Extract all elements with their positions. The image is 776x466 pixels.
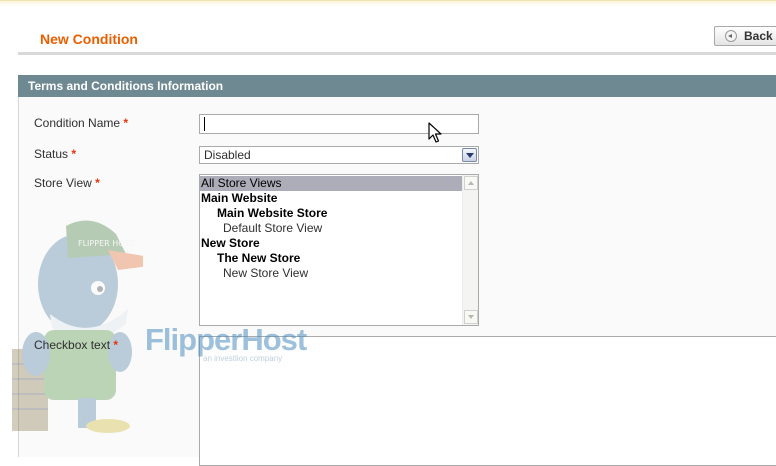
store-view-scrollbar[interactable]: [462, 175, 478, 325]
condition-name-label-text: Condition Name: [34, 116, 121, 130]
store-view-option[interactable]: The New Store: [200, 251, 478, 266]
checkbox-text-label-text: Checkbox text: [34, 338, 111, 352]
condition-name-label: Condition Name *: [34, 116, 128, 130]
page-title: New Condition: [40, 31, 138, 47]
checkbox-text-label: Checkbox text *: [34, 338, 118, 352]
store-view-option[interactable]: All Store Views: [200, 176, 463, 191]
required-marker: *: [123, 116, 129, 130]
mascot-cap-text: FLIPPER HOST: [78, 239, 135, 248]
mouse-pointer-icon: [428, 122, 442, 143]
store-view-option[interactable]: Main Website Store: [200, 206, 478, 221]
store-view-multiselect[interactable]: All Store Views Main Website Main Website …: [199, 174, 479, 326]
text-caret: [204, 117, 205, 131]
store-view-option[interactable]: Main Website: [200, 191, 463, 206]
top-highlight-bar: [0, 0, 776, 6]
title-divider: [18, 52, 776, 55]
back-button[interactable]: Back: [714, 26, 776, 46]
store-view-option[interactable]: New Store: [200, 236, 463, 251]
watermark-tagline: an investlion company: [203, 354, 283, 363]
back-button-label: Back: [744, 29, 773, 43]
required-marker: *: [71, 147, 77, 161]
store-view-option[interactable]: New Store View: [200, 266, 478, 281]
scroll-down-button[interactable]: [464, 310, 478, 324]
store-view-option[interactable]: Default Store View: [200, 221, 478, 236]
fieldset-header: Terms and Conditions Information: [18, 75, 776, 97]
required-marker: *: [113, 338, 119, 352]
store-view-label: Store View *: [34, 176, 100, 190]
chevron-down-icon[interactable]: [462, 148, 477, 162]
status-select[interactable]: Disabled: [199, 146, 479, 164]
scroll-up-button[interactable]: [464, 176, 478, 190]
flipperhost-watermark: FlipperHost an investlion company: [145, 322, 307, 364]
status-selected-value: Disabled: [204, 148, 251, 162]
status-label: Status *: [34, 147, 76, 161]
required-marker: *: [95, 176, 100, 190]
status-label-text: Status: [34, 147, 69, 161]
store-view-label-text: Store View: [34, 176, 92, 190]
watermark-brand: FlipperHost: [145, 322, 307, 357]
back-arrow-icon: [725, 30, 737, 42]
flipperhost-mascot-watermark: FLIPPER HOST: [12, 220, 143, 433]
